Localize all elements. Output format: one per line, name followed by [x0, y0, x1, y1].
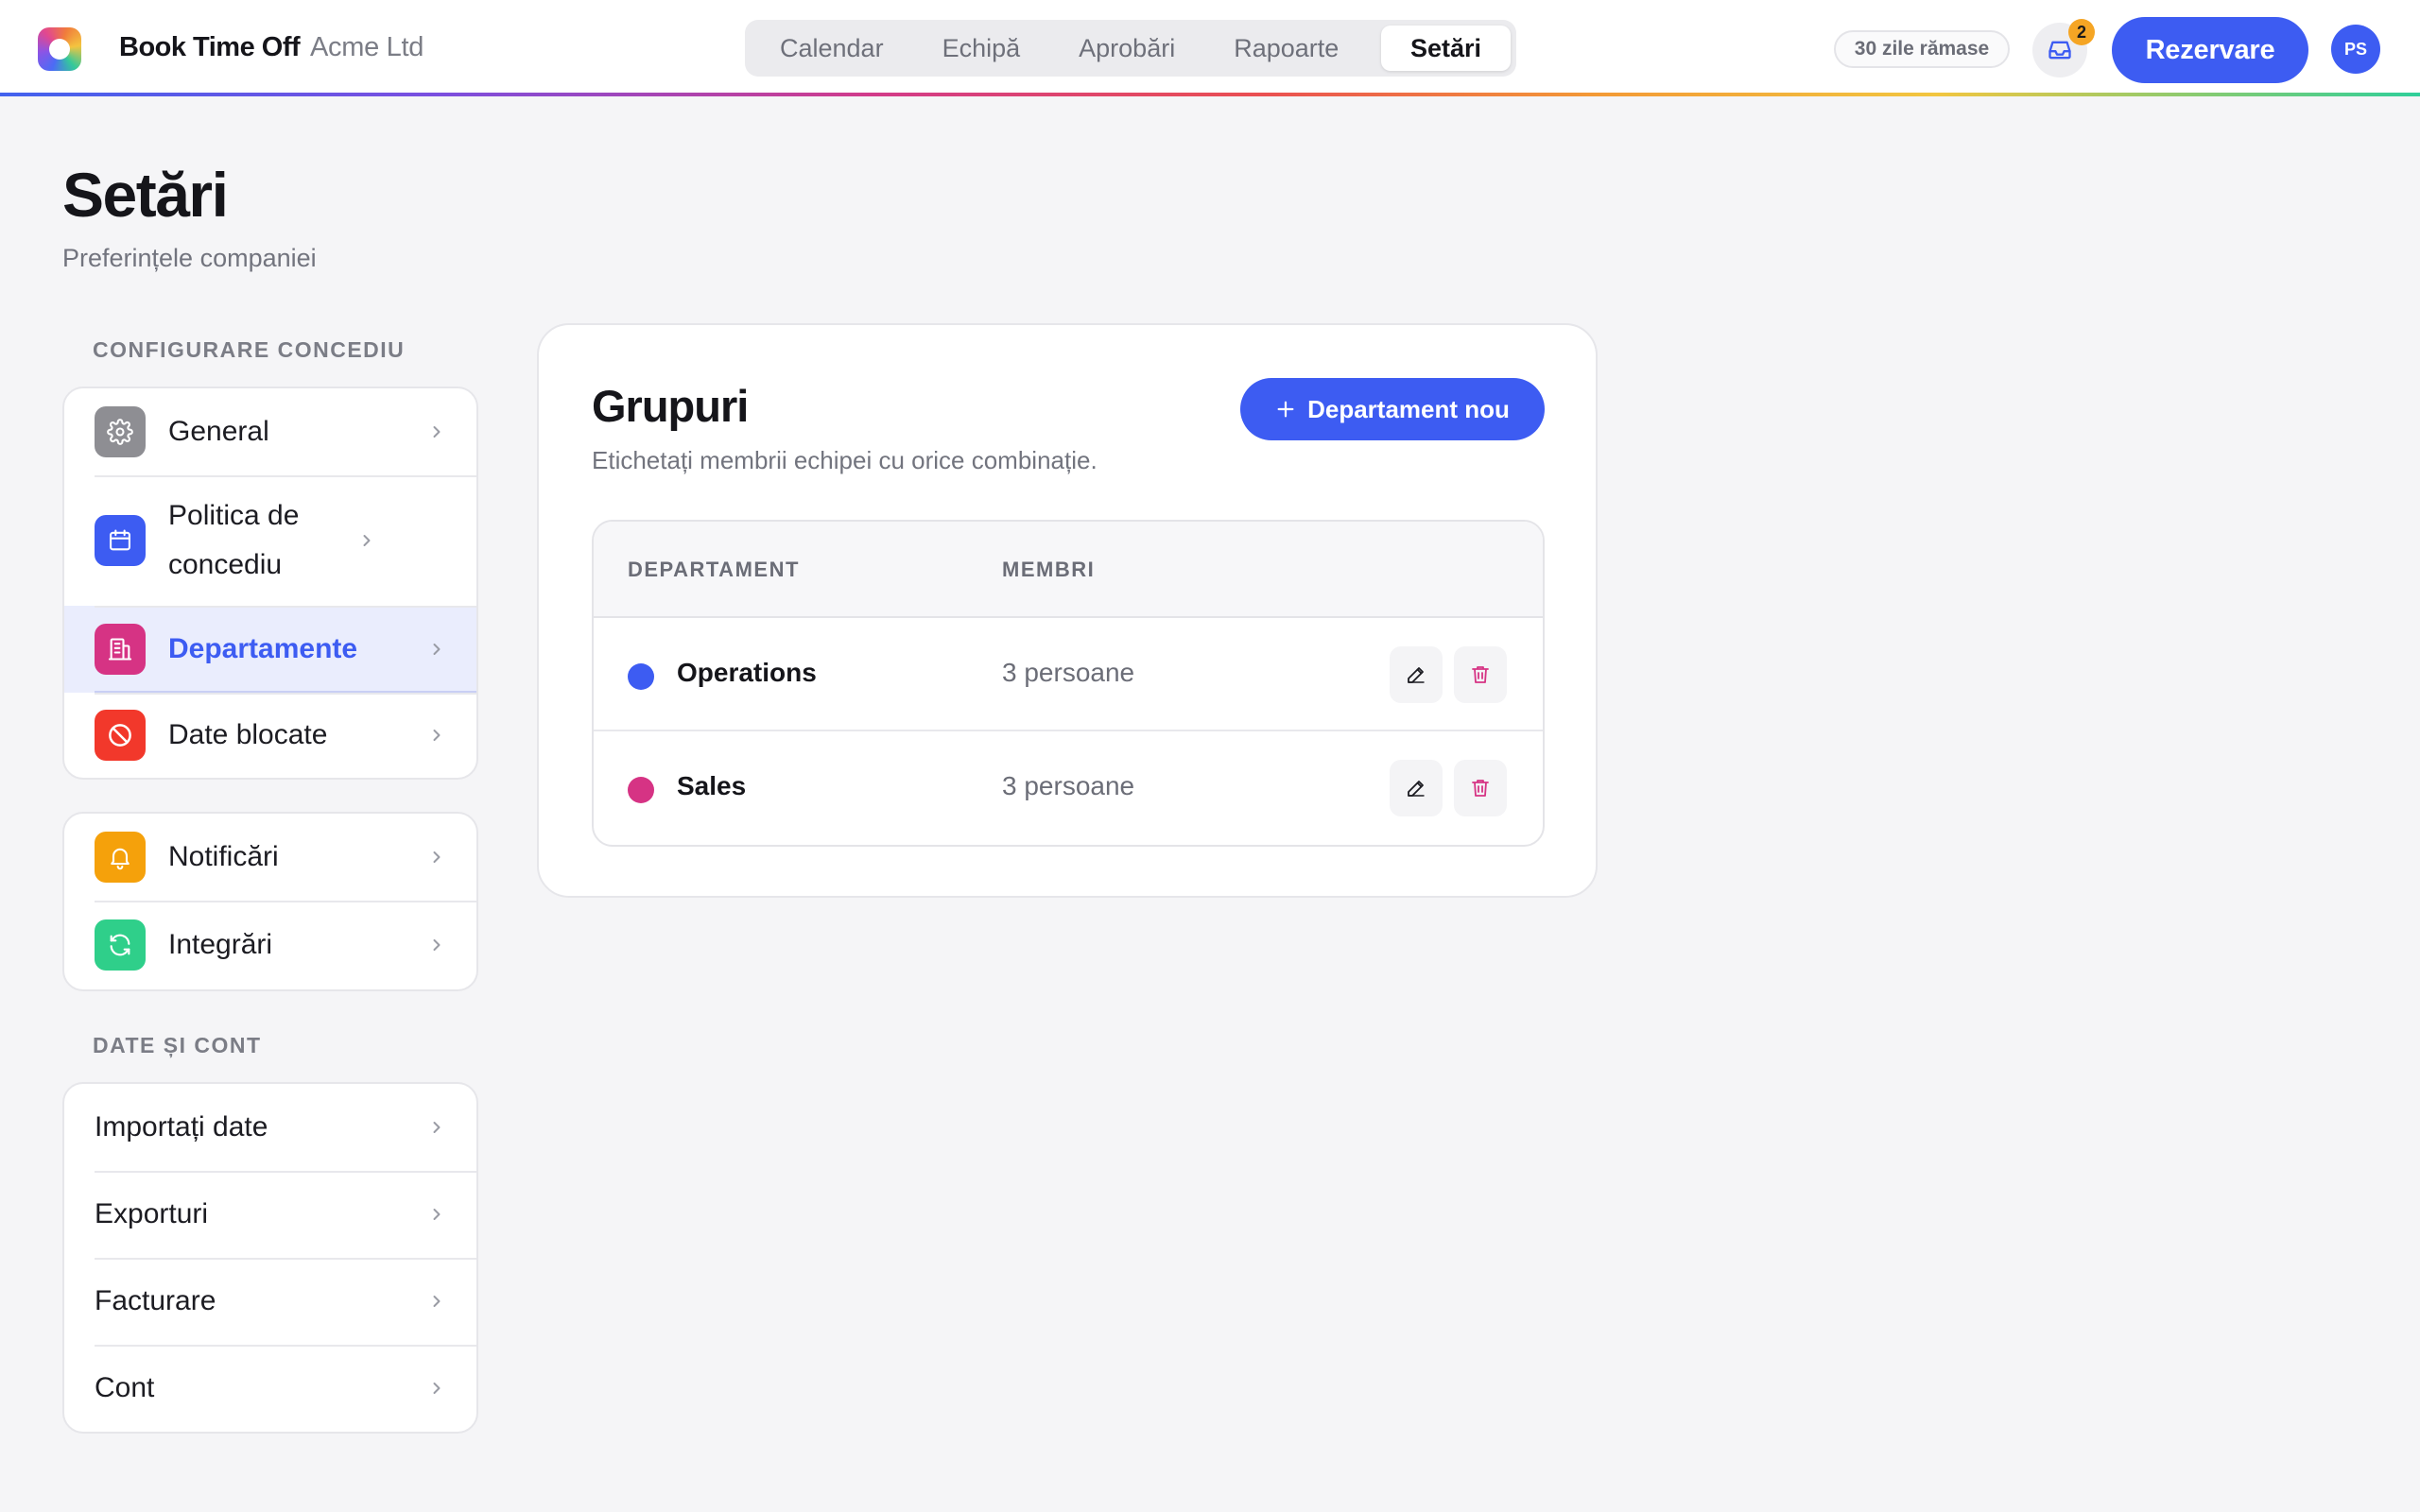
sidebar-item-label: Exporturi — [95, 1198, 209, 1229]
inbox-count-badge: 2 — [2068, 19, 2095, 45]
tab-approvals[interactable]: Aprobări — [1049, 26, 1204, 71]
column-header-members: MEMBRI — [1002, 558, 1096, 581]
trash-icon — [1472, 666, 1489, 683]
groups-title: Grupuri — [592, 381, 749, 431]
calendar-icon — [95, 515, 146, 566]
sidebar-card-other: Notificări Integrări — [62, 812, 478, 991]
column-header-department: DEPARTAMENT — [628, 558, 800, 581]
app-name: Book Time Off — [119, 32, 301, 62]
tab-calendar[interactable]: Calendar — [751, 26, 913, 71]
department-color-dot — [628, 777, 654, 803]
sidebar-item-general[interactable]: General — [64, 388, 476, 475]
sidebar-item-label: Integrări — [168, 929, 273, 960]
department-name: Sales — [677, 771, 747, 800]
blocked-icon — [95, 710, 146, 761]
chevron-right-icon — [433, 426, 441, 438]
delete-department-button[interactable] — [1454, 646, 1507, 703]
chevron-right-icon — [433, 939, 441, 951]
new-department-button[interactable]: Departament nou — [1240, 378, 1545, 440]
table-header: DEPARTAMENT MEMBRI — [594, 522, 1543, 618]
sidebar-item-import-data[interactable]: Importați date — [64, 1084, 476, 1171]
sidebar-item-departments[interactable]: Departamente — [64, 606, 476, 693]
sidebar-item-exports[interactable]: Exporturi — [64, 1171, 476, 1258]
app-logo-icon[interactable] — [38, 27, 81, 71]
sidebar-item-label: General — [168, 416, 269, 447]
table-row: Operations 3 persoane — [594, 618, 1543, 731]
trash-icon — [1472, 780, 1489, 797]
top-bar: Book Time Off Acme Ltd Calendar Echipă A… — [0, 0, 2420, 96]
groups-description: Etichetați membrii echipei cu orice comb… — [592, 446, 1098, 474]
user-avatar[interactable]: PS — [2331, 25, 2380, 74]
department-name: Operations — [677, 658, 817, 687]
sidebar-item-blocked-dates[interactable]: Date blocate — [64, 693, 476, 778]
tab-reports[interactable]: Rapoarte — [1204, 26, 1368, 71]
department-members: 3 persoane — [1002, 771, 1135, 800]
sidebar-item-label: Departamente — [168, 633, 358, 664]
departments-table: DEPARTAMENT MEMBRI Operations 3 persoane… — [592, 520, 1545, 847]
chevron-right-icon — [433, 644, 441, 655]
sidebar-item-notifications[interactable]: Notificări — [64, 814, 476, 901]
tab-settings[interactable]: Setări — [1380, 26, 1511, 71]
page-title: Setări — [62, 160, 229, 230]
plus-icon — [1277, 401, 1294, 418]
sidebar-card-account: Importați date Exporturi Facturare Cont — [62, 1082, 478, 1434]
company-name[interactable]: Acme Ltd — [310, 32, 424, 63]
sidebar-item-label: Date blocate — [168, 719, 328, 750]
department-color-dot — [628, 663, 654, 690]
main-nav: Calendar Echipă Aprobări Rapoarte Setări — [745, 20, 1516, 77]
table-row: Sales 3 persoane — [594, 731, 1543, 845]
pencil-icon — [1408, 667, 1425, 683]
chevron-right-icon — [433, 1296, 441, 1307]
chevron-right-icon — [433, 851, 441, 863]
delete-department-button[interactable] — [1454, 760, 1507, 816]
sidebar-card-leave: General Politica de concediu Departament… — [62, 387, 478, 780]
sidebar-item-label: Notificări — [168, 841, 279, 872]
sidebar-section-data-account: DATE ȘI CONT — [93, 1033, 262, 1057]
chevron-right-icon — [433, 1383, 441, 1394]
edit-department-button[interactable] — [1390, 646, 1443, 703]
tab-team[interactable]: Echipă — [913, 26, 1050, 71]
chevron-right-icon — [433, 730, 441, 741]
new-department-label: Departament nou — [1307, 394, 1510, 423]
days-remaining-badge: 30 zile rămase — [1834, 30, 2010, 68]
sidebar-item-billing[interactable]: Facturare — [64, 1258, 476, 1345]
sync-icon — [95, 919, 146, 971]
sidebar-item-label: Importați date — [95, 1111, 268, 1143]
sidebar-item-leave-policy[interactable]: Politica de concediu — [64, 475, 476, 606]
department-members: 3 persoane — [1002, 658, 1135, 687]
sidebar-item-label: Politica de concediu — [168, 500, 300, 580]
header-gradient-divider — [0, 93, 2420, 96]
groups-card: Grupuri Etichetați membrii echipei cu or… — [537, 323, 1598, 898]
sidebar-section-leave-config: CONFIGURARE CONCEDIU — [93, 337, 406, 362]
sidebar-item-integrations[interactable]: Integrări — [64, 901, 476, 989]
inbox-icon — [2048, 41, 2071, 60]
book-time-off-button[interactable]: Rezervare — [2112, 17, 2308, 83]
edit-department-button[interactable] — [1390, 760, 1443, 816]
sidebar-item-label: Cont — [95, 1372, 155, 1403]
chevron-right-icon — [433, 1122, 441, 1133]
sidebar-item-account[interactable]: Cont — [64, 1345, 476, 1432]
pencil-icon — [1408, 781, 1425, 797]
sidebar-item-label: Facturare — [95, 1285, 216, 1316]
bell-icon — [95, 832, 146, 883]
gear-icon — [95, 406, 146, 457]
chevron-right-icon — [433, 1209, 441, 1220]
building-icon — [95, 624, 146, 675]
page-subtitle: Preferințele companiei — [62, 244, 317, 272]
chevron-right-icon — [363, 535, 371, 546]
